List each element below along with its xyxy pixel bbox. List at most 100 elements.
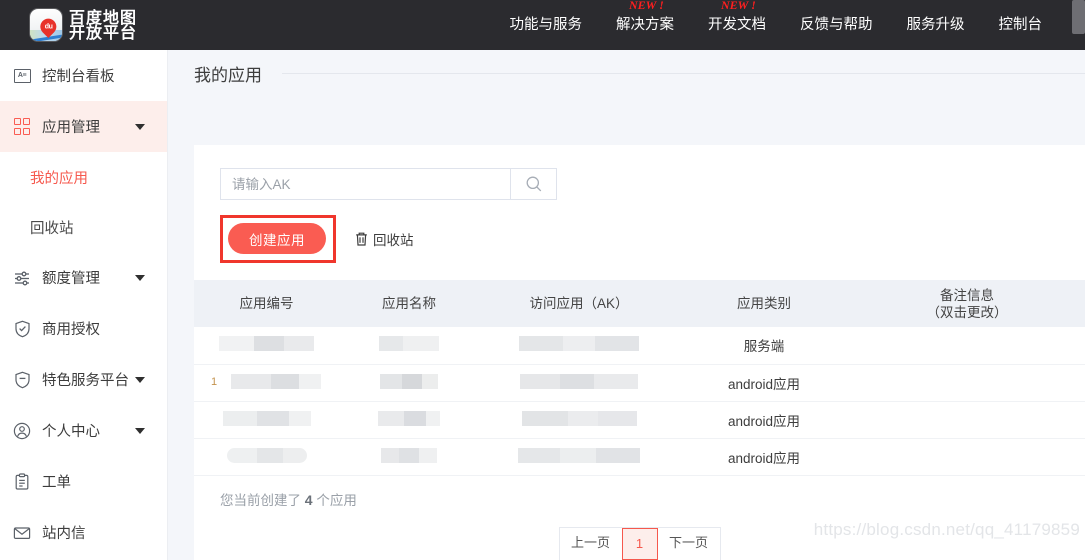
nav-item-feedback[interactable]: 反馈与帮助 — [783, 0, 890, 50]
sidebar-item-label: 个人中心 — [42, 424, 100, 440]
column-label: 应用编号 — [239, 296, 294, 311]
shield-minus-icon — [12, 370, 32, 390]
sidebar-item-label: 应用管理 — [42, 120, 100, 136]
sidebar-item-my-apps[interactable]: 我的应用 — [0, 152, 167, 202]
column-header-category: 应用类别 — [679, 280, 849, 327]
sidebar-item-label: 商用授权 — [42, 322, 100, 338]
nav-item-features[interactable]: 功能与服务 — [493, 0, 600, 50]
column-header-ak: 访问应用（AK） — [479, 280, 679, 327]
chevron-down-icon — [135, 274, 145, 281]
search-button[interactable] — [510, 168, 557, 200]
partial-digit: 1 — [211, 375, 218, 388]
table-header-row: 应用编号 应用名称 访问应用（AK） 应用类别 备注信息 （双击更改） — [194, 280, 1085, 327]
cell-app-name — [339, 401, 479, 438]
baidu-map-pin-logo-icon: du — [30, 9, 62, 41]
column-label: 应用名称 — [382, 296, 436, 311]
sidebar-item-work-order[interactable]: 工单 — [0, 456, 167, 507]
user-circle-icon — [12, 421, 32, 441]
cell-app-name — [339, 364, 479, 401]
sidebar-item-recycle-bin[interactable]: 回收站 — [0, 202, 167, 252]
nav-item-docs[interactable]: NEW ! 开发文档 — [691, 0, 783, 50]
nav-item-label: 反馈与帮助 — [800, 17, 873, 33]
table-head: 应用编号 应用名称 访问应用（AK） 应用类别 备注信息 （双击更改） — [194, 280, 1085, 327]
sidebar-subitem-label: 回收站 — [30, 220, 74, 237]
sidebar-item-app-management[interactable]: 应用管理 — [0, 101, 167, 152]
recycle-bin-button[interactable]: 回收站 — [354, 229, 414, 249]
page-scrollbar-thumb[interactable] — [1072, 0, 1085, 34]
logo-pin-label: du — [44, 23, 53, 31]
cell-ak — [479, 438, 679, 475]
column-header-app-name: 应用名称 — [339, 280, 479, 327]
pagination-next-button[interactable]: 下一页 — [657, 528, 720, 558]
cell-remark[interactable] — [849, 364, 1085, 401]
cell-category: android应用 — [727, 450, 801, 466]
cell-category: android应用 — [727, 413, 801, 429]
pagination-box: 上一页 1 下一页 — [558, 527, 721, 560]
redacted-value — [520, 373, 638, 389]
nav-item-console[interactable]: 控制台 — [982, 0, 1060, 50]
nav-new-badge: NEW ! — [720, 0, 756, 12]
redacted-value — [222, 410, 311, 426]
clipboard-icon — [12, 472, 32, 492]
search-icon — [526, 176, 541, 192]
column-header-app-id: 应用编号 — [194, 280, 339, 327]
column-header-remark: 备注信息 （双击更改） — [849, 280, 1085, 327]
sidebar-item-featured-services[interactable]: 特色服务平台 — [0, 354, 167, 405]
column-sublabel: （双击更改） — [926, 304, 1008, 320]
content-card: 创建应用 回收站 — [194, 145, 1085, 560]
cell-remark[interactable] — [849, 438, 1085, 475]
sidebar-subitem-label: 我的应用 — [30, 170, 88, 187]
sidebar-item-commercial-license[interactable]: 商用授权 — [0, 303, 167, 354]
column-label: 备注信息 — [940, 287, 994, 303]
cell-remark[interactable] — [849, 401, 1085, 438]
nav-item-upgrade[interactable]: 服务升级 — [890, 0, 982, 50]
table-row[interactable]: android应用 — [194, 401, 1085, 438]
count-value: 4 — [304, 491, 313, 508]
cell-app-id — [194, 438, 339, 475]
redacted-value — [381, 447, 437, 463]
create-app-button[interactable]: 创建应用 — [228, 223, 326, 254]
sliders-icon — [12, 268, 32, 288]
cell-remark[interactable] — [849, 327, 1085, 364]
sidebar-item-label: 控制台看板 — [42, 69, 115, 85]
sidebar-item-label: 特色服务平台 — [42, 373, 129, 389]
cell-app-id: 1 — [194, 364, 339, 401]
cell-app-name — [339, 327, 479, 364]
redacted-value — [518, 447, 640, 463]
chevron-down-icon — [135, 376, 145, 383]
redacted-value — [379, 336, 439, 352]
cell-category: android应用 — [727, 376, 801, 392]
sidebar: A≡ 控制台看板 应用管理 我的应用 回收站 额度管理 商用授权 特色服务平台 … — [0, 50, 168, 560]
table-row[interactable]: android应用 — [194, 438, 1085, 475]
nav-item-label: 解决方案 — [616, 17, 674, 33]
sidebar-item-label: 站内信 — [42, 526, 86, 542]
chevron-down-icon — [135, 123, 145, 130]
board-icon: A≡ — [12, 66, 32, 86]
pagination-page-1[interactable]: 1 — [621, 528, 658, 560]
sidebar-item-personal-center[interactable]: 个人中心 — [0, 405, 167, 456]
header-divider — [282, 72, 1085, 74]
sidebar-item-dashboard[interactable]: A≡ 控制台看板 — [0, 50, 167, 101]
cell-ak — [479, 364, 679, 401]
action-toolbar: 创建应用 回收站 — [194, 200, 1085, 263]
page-header: 我的应用 — [168, 50, 1085, 96]
count-prefix: 您当前创建了 — [220, 492, 301, 508]
table-row[interactable]: 服务端 — [194, 327, 1085, 364]
redacted-value — [380, 373, 438, 389]
grid-icon — [12, 117, 32, 137]
table-row[interactable]: 1 android应用 — [194, 364, 1085, 401]
site-logo[interactable]: du 百度地图 开放平台 — [30, 9, 137, 41]
redacted-value — [226, 447, 307, 463]
sidebar-item-quota-management[interactable]: 额度管理 — [0, 252, 167, 303]
search-input[interactable] — [220, 168, 510, 200]
chevron-down-icon — [135, 427, 145, 434]
search-bar — [194, 145, 1085, 200]
sidebar-item-messages[interactable]: 站内信 — [0, 507, 167, 558]
recycle-bin-label: 回收站 — [373, 233, 414, 248]
nav-item-label: 控制台 — [998, 17, 1043, 33]
pagination-prev-button[interactable]: 上一页 — [559, 528, 622, 558]
cell-ak — [479, 401, 679, 438]
nav-item-solutions[interactable]: NEW ! 解决方案 — [599, 0, 691, 50]
redacted-value — [378, 410, 440, 426]
envelope-icon — [12, 523, 32, 543]
